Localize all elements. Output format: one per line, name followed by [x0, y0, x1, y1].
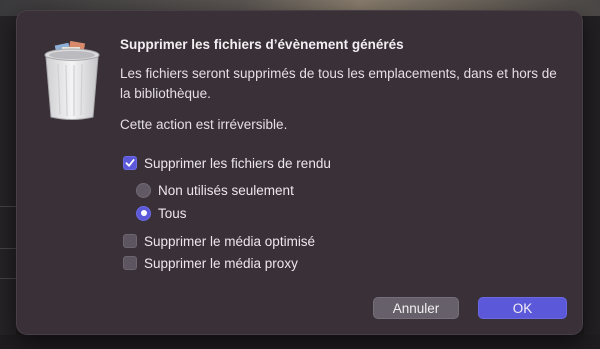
dialog-warning: Cette action est irréversible.	[120, 117, 288, 132]
background-app-left-panel	[0, 16, 16, 349]
proxy-media-option[interactable]: Supprimer le média proxy	[123, 254, 298, 272]
radio-all-button[interactable]	[136, 205, 151, 221]
radio-unused-only-button[interactable]	[136, 182, 151, 198]
radio-unused-only-label: Non utilisés seulement	[158, 182, 294, 198]
render-files-checkbox[interactable]	[123, 156, 137, 170]
optimized-media-option[interactable]: Supprimer le média optimisé	[123, 232, 315, 250]
trash-icon	[44, 40, 100, 120]
proxy-media-checkbox[interactable]	[123, 256, 137, 270]
radio-all[interactable]: Tous	[136, 204, 187, 222]
cancel-button[interactable]: Annuler	[373, 297, 459, 319]
radio-selected-dot	[140, 210, 147, 216]
radio-all-label: Tous	[158, 205, 187, 221]
delete-generated-files-dialog: Supprimer les fichiers d’évènement génér…	[16, 10, 583, 335]
optimized-media-label: Supprimer le média optimisé	[144, 233, 316, 249]
checkmark-icon	[125, 159, 135, 167]
render-files-label: Supprimer les fichiers de rendu	[144, 155, 331, 171]
background-app-bottom	[0, 335, 600, 349]
render-files-option[interactable]: Supprimer les fichiers de rendu	[123, 154, 331, 172]
radio-unused-only[interactable]: Non utilisés seulement	[136, 181, 294, 199]
dialog-message: Les fichiers seront supprimés de tous le…	[120, 66, 557, 101]
background-app-right-panel	[584, 16, 600, 349]
optimized-media-checkbox[interactable]	[123, 234, 137, 248]
proxy-media-label: Supprimer le média proxy	[144, 255, 298, 271]
dialog-title: Supprimer les fichiers d’évènement génér…	[120, 37, 404, 52]
ok-button[interactable]: OK	[478, 297, 567, 319]
